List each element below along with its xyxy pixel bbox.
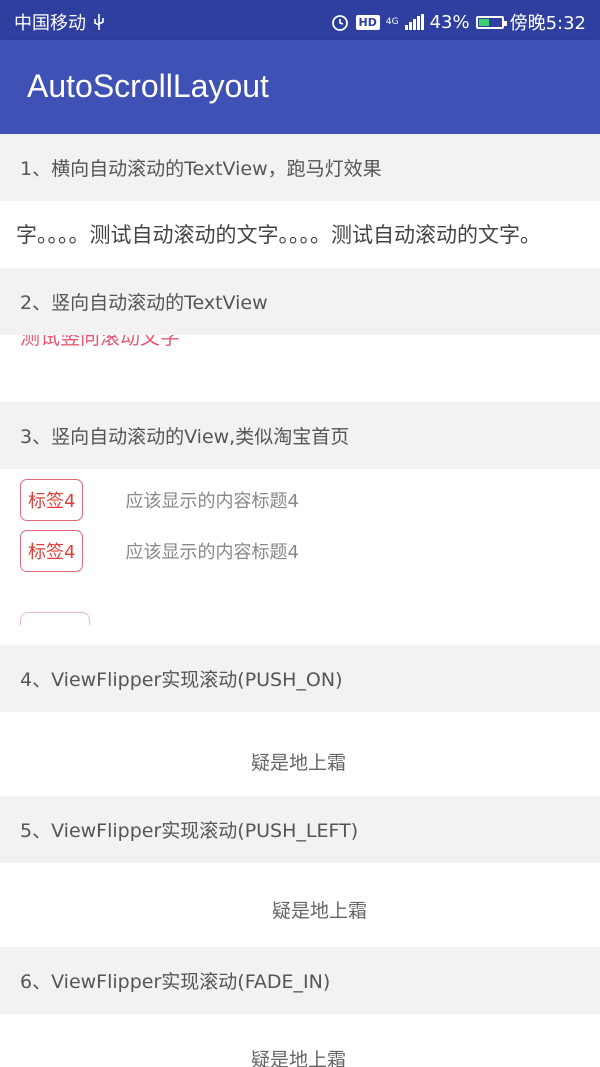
marquee-text: 字。。。。测试自动滚动的文字。。。。测试自动滚动的文字。 [16, 223, 541, 247]
signal-icon [404, 14, 424, 30]
section-header-2: 2、竖向自动滚动的TextView [0, 268, 600, 335]
app-bar: AutoScrollLayout [0, 40, 600, 134]
section-header-6: 6、ViewFlipper实现滚动(FADE_IN) [0, 947, 600, 1014]
hd-icon: HD [355, 14, 380, 30]
battery-percent: 43% [429, 11, 470, 33]
list-item[interactable]: 标签4 应该显示的内容标题4 [20, 530, 299, 572]
battery-icon [475, 15, 507, 29]
alarm-icon [331, 15, 348, 31]
flipper-text: 疑是地上霜 [251, 752, 347, 774]
viewflipper-push-on: 疑是地上霜 [0, 712, 600, 796]
item-tag: 标签4 [20, 530, 84, 572]
section-header-3: 3、竖向自动滚动的View,类似淘宝首页 [0, 402, 600, 469]
marquee-textview: 字。。。。测试自动滚动的文字。。。。测试自动滚动的文字。 [0, 201, 600, 268]
taobao-scroll-view: 标签4 应该显示的内容标题4 标签4 应该显示的内容标题4 [0, 469, 600, 645]
item-title: 应该显示的内容标题4 [125, 491, 299, 512]
section-header-4: 4、ViewFlipper实现滚动(PUSH_ON) [0, 645, 600, 712]
section-header-5: 5、ViewFlipper实现滚动(PUSH_LEFT) [0, 796, 600, 863]
next-item-tag-partial [20, 612, 90, 625]
usb-icon [94, 14, 104, 30]
vertical-scroll-text: 测试竖向滚动文字 [20, 335, 180, 349]
list-item[interactable]: 标签4 应该显示的内容标题4 [20, 479, 299, 521]
viewflipper-fade-in: 疑是地上霜 [0, 1014, 600, 1067]
section-header-1: 1、横向自动滚动的TextView，跑马灯效果 [0, 134, 600, 201]
vertical-scroll-textview: 测试竖向滚动文字 [0, 335, 600, 402]
network-type: 4G [385, 16, 399, 27]
status-bar: 中国移动 HD 4G 43% 傍晚5:32 [0, 0, 600, 40]
carrier-label: 中国移动 [14, 13, 86, 34]
clock: 傍晚5:32 [509, 13, 586, 34]
flipper-text: 疑是地上霜 [272, 900, 368, 922]
app-title: AutoScrollLayout [27, 68, 269, 104]
item-tag: 标签4 [20, 479, 84, 521]
item-title: 应该显示的内容标题4 [125, 542, 299, 563]
flipper-text: 疑是地上霜 [251, 1049, 347, 1067]
viewflipper-push-left: 疑是地上霜 [0, 863, 600, 947]
